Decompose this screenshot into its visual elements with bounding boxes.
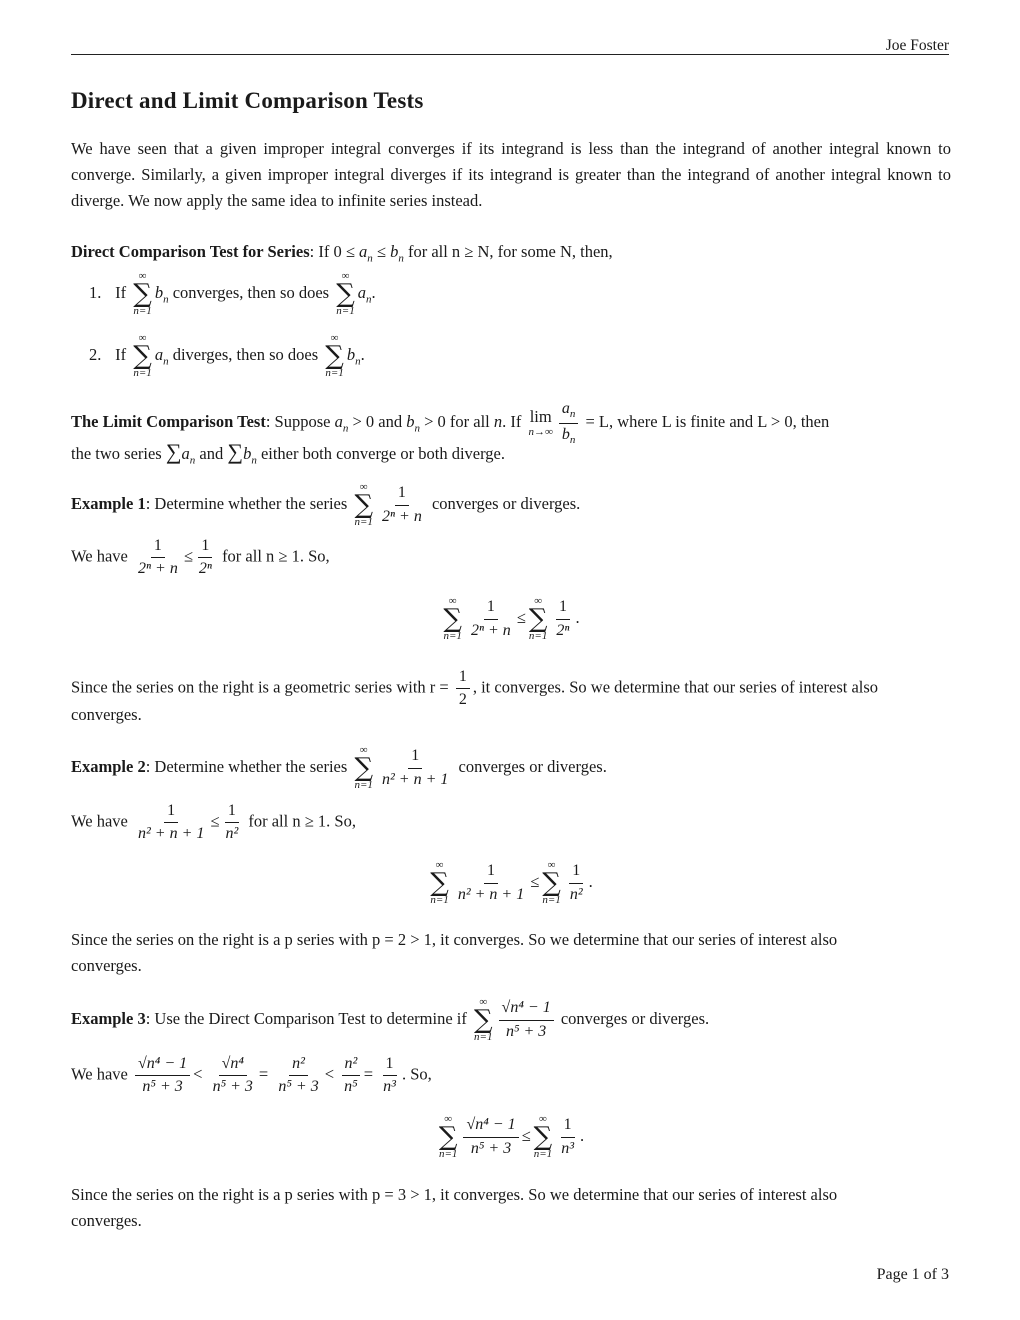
example-1-label: Example 1 bbox=[71, 493, 146, 513]
sigma-icon: ∑ bbox=[542, 868, 561, 898]
example-1-comparison: We have 1 2ⁿ + n ≤1 2ⁿ for all n ≥ 1. So, bbox=[71, 537, 330, 578]
direct-test-pre: : If 0 ≤ bbox=[309, 242, 360, 261]
limit-test-label: The Limit Comparison Test bbox=[71, 412, 266, 432]
sigma-icon: ∑ bbox=[165, 439, 182, 464]
example-2-conclusion: Since the series on the right is a p ser… bbox=[71, 930, 838, 975]
example-1-conclusion: Since the series on the right is a geome… bbox=[71, 668, 879, 709]
example-3-prompt: Example 3: Use the Direct Comparison Tes… bbox=[71, 996, 710, 1043]
example-1-display-inequality: ∞ ∑ n=1 1 2ⁿ + n ≤ ∞ ∑ n=1 1 2ⁿ. bbox=[443, 595, 580, 642]
example-3-comparison-chain: We have √n⁴ − 1 n⁵ + 3 < √n⁴ n⁵ + 3 = n² n⁵ +… bbox=[71, 1055, 432, 1096]
item-pre: If bbox=[115, 344, 127, 364]
example-3-display-inequality: ∞ ∑ n=1 √n⁴ − 1 n⁵ + 3 ≤ ∞ ∑ n=1 1 n³. bbox=[438, 1113, 585, 1160]
sigma-icon: ∑ bbox=[438, 1122, 458, 1152]
sigma-icon: ∑ bbox=[528, 604, 548, 634]
example-3-conclusion: Since the series on the right is a p ser… bbox=[71, 1185, 838, 1230]
item-mid: converges, then so does bbox=[172, 282, 330, 302]
direct-test-item-1: 1. If ∞ ∑ n=1 bn converges, then so does ∞ ∑… bbox=[89, 270, 376, 317]
sigma-icon: ∑ bbox=[473, 1005, 493, 1035]
page-title: Direct and Limit Comparison Tests bbox=[71, 88, 424, 113]
limit-expression: lim n→∞ bbox=[528, 407, 553, 439]
sigma-icon: ∑ bbox=[354, 490, 373, 520]
item-number: 1. bbox=[89, 282, 102, 302]
sigma-icon: ∑ bbox=[325, 341, 344, 371]
sigma-icon: ∑ bbox=[133, 341, 152, 371]
sigma-icon: ∑ bbox=[227, 439, 244, 464]
header-author: Joe Foster bbox=[885, 37, 949, 54]
limit-test-conclusion: = L, where L is finite and L > 0, then bbox=[585, 412, 830, 432]
sigma-icon: ∑ bbox=[443, 604, 462, 634]
sigma-icon: ∑ bbox=[533, 1122, 553, 1152]
direct-test-statement: Direct Comparison Test for Series: If 0 … bbox=[71, 242, 613, 265]
direct-test-label: Direct Comparison Test for Series bbox=[71, 242, 310, 261]
page-number: Page 1 of 3 bbox=[876, 1266, 949, 1283]
example-2-label: Example 2 bbox=[71, 756, 146, 776]
direct-test-rest: for all n ≥ N, for some N, then, bbox=[407, 242, 613, 261]
item-mid: diverges, then so does bbox=[172, 344, 319, 364]
item-pre: If bbox=[115, 282, 127, 302]
sigma-icon: ∑ bbox=[354, 753, 373, 783]
sigma-icon: ∑ bbox=[133, 279, 152, 309]
sigma-icon: ∑ bbox=[336, 279, 355, 309]
intro-paragraph: We have seen that a given improper integ… bbox=[71, 139, 951, 210]
example-2-comparison: We have 1 n² + n + 1 ≤1 n² for all n ≥ 1. S… bbox=[71, 802, 356, 843]
sigma-icon: ∑ bbox=[430, 868, 449, 898]
example-2-display-inequality: ∞ ∑ n=1 1 n² + n + 1 ≤ ∞ ∑ n=1 1 n². bbox=[430, 859, 593, 906]
direct-test-item-2: 2. If ∞ ∑ n=1 an diverges, then so does ∞ ∑ n… bbox=[89, 332, 365, 379]
example-1-conclusion-end: converges. bbox=[71, 705, 142, 724]
header-rule bbox=[71, 54, 949, 55]
limit-test-line-2: the two series ∑an and ∑bn either both c… bbox=[71, 439, 506, 467]
example-1-prompt: Example 1: Determine whether the series … bbox=[71, 481, 581, 528]
example-2-prompt: Example 2: Determine whether the series … bbox=[71, 744, 607, 791]
item-number: 2. bbox=[89, 344, 102, 364]
example-3-label: Example 3 bbox=[71, 1008, 146, 1028]
